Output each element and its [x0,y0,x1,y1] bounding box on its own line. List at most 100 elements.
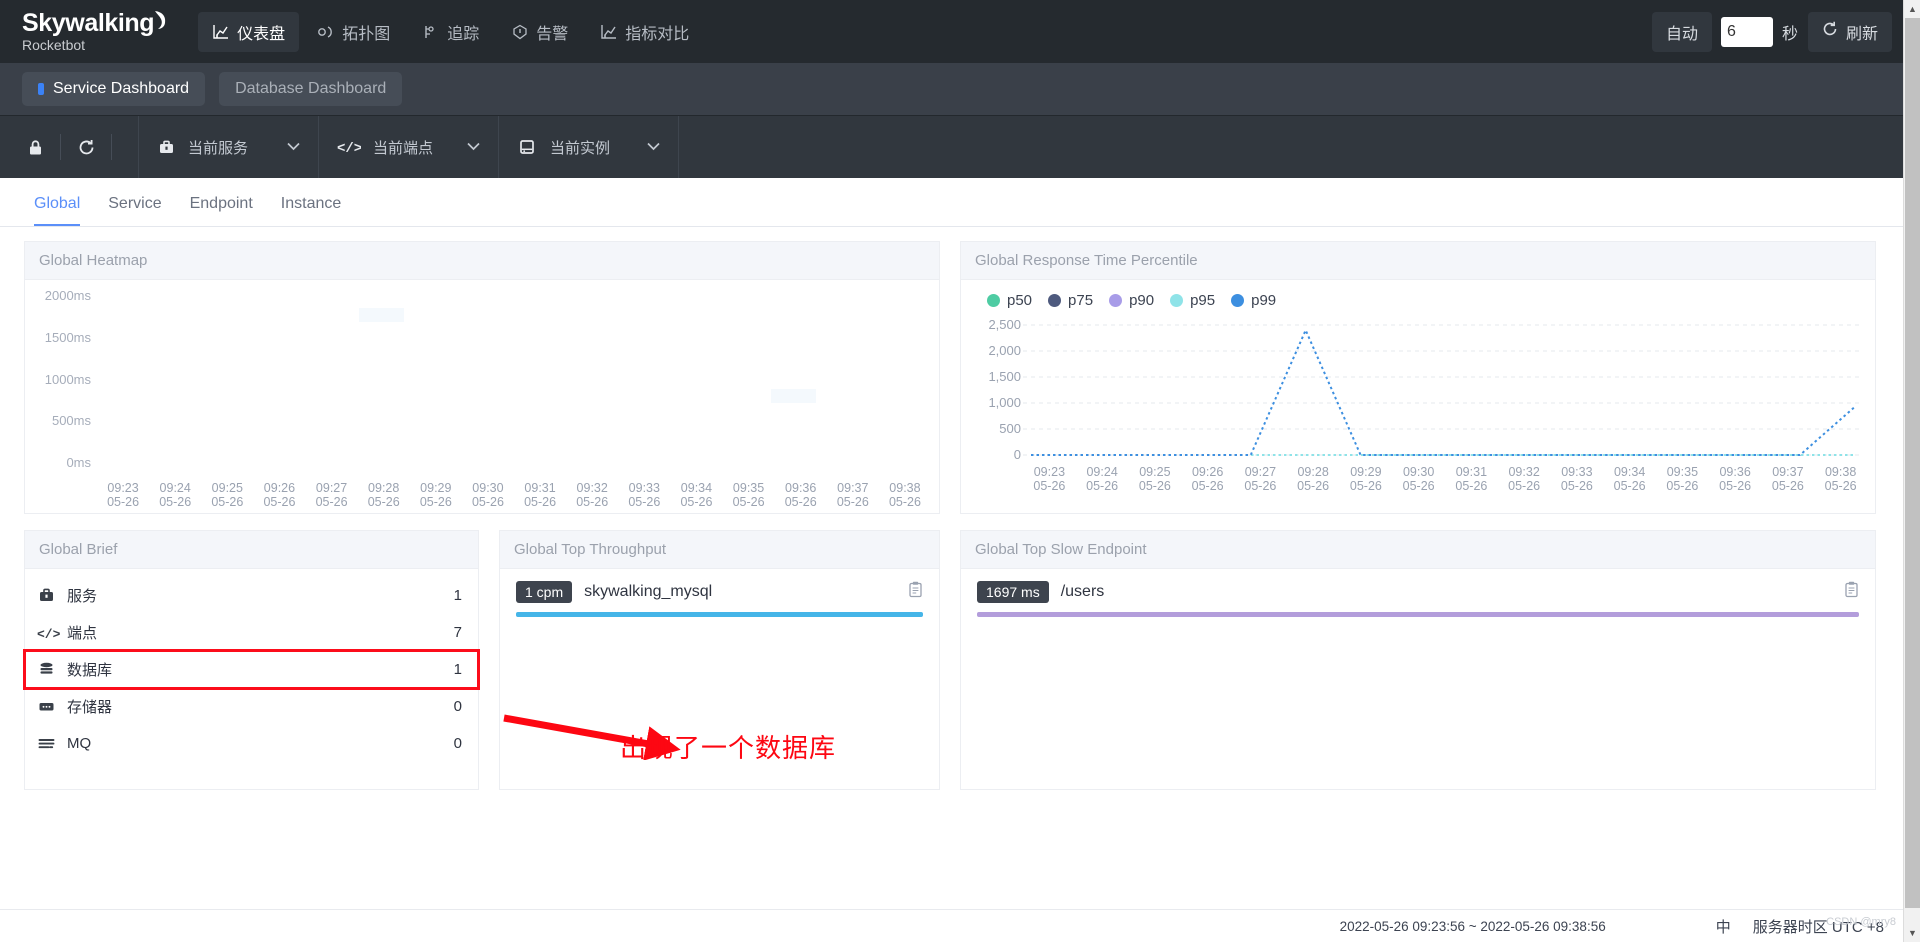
scrollbar-thumb[interactable] [1905,18,1920,908]
legend-item-p95[interactable]: p95 [1170,292,1215,309]
percentile-x-tick: 09:33 05-26 [1560,465,1593,493]
brand-title: Skywalking [22,10,166,36]
mq-icon [37,734,67,753]
slow-endpoint-bar [977,612,1859,617]
subtab-instance[interactable]: Instance [267,195,355,226]
throughput-row: 1 cpm skywalking_mysql [516,581,923,603]
refresh-interval-input[interactable] [1720,16,1773,47]
brief-row-服务[interactable]: 服务 1 [25,577,478,614]
tab-service-dashboard[interactable]: Service Dashboard [22,72,206,106]
clipboard-icon[interactable] [1844,581,1859,603]
scroll-down-icon[interactable]: ▼ [1904,924,1920,942]
swoosh-icon [155,11,166,29]
svg-text:</>: </> [37,627,61,641]
language-toggle[interactable]: 中 [1716,916,1731,937]
subtab-endpoint[interactable]: Endpoint [176,195,267,226]
tab-label-database-dashboard: Database Dashboard [235,80,387,97]
refresh-label: 刷新 [1845,25,1878,43]
percentile-x-tick: 09:24 05-26 [1086,465,1119,493]
nav-item-dashboard[interactable]: 仪表盘 [198,11,300,52]
trace-icon [422,23,439,40]
dashboard-tab-bar: Service Dashboard Database Dashboard [0,63,1920,115]
slow-endpoint-list: 1697 ms /users [961,569,1875,617]
clipboard-icon[interactable] [908,581,923,603]
panel-top-slow-endpoint: Global Top Slow Endpoint 1697 ms /users [960,530,1876,790]
heatmap-cell[interactable] [770,389,816,404]
brief-row-MQ[interactable]: MQ 0 [25,725,478,762]
reload-icon [1822,21,1838,42]
slow-endpoint-badge: 1697 ms [977,581,1049,603]
brief-row-端点[interactable]: </> 端点 7 [25,614,478,651]
divider [111,134,112,160]
legend-label: p95 [1190,292,1216,309]
heatmap-y-tick: 2000ms [44,288,91,303]
percentile-plot: 2,500 2,000 1,500 1,000 500 0 09:23 05-26 09:24… [961,315,1875,495]
legend-item-p75[interactable]: p75 [1048,292,1093,309]
nav-item-topology[interactable]: 拓扑图 [303,12,404,52]
select-current-service[interactable]: 当前服务 [139,116,319,178]
select-current-instance[interactable]: 当前实例 [499,116,679,178]
nav-label-topology: 拓扑图 [342,25,391,43]
percentile-x-tick: 09:32 05-26 [1508,465,1541,493]
lock-icon[interactable] [18,130,52,164]
percentile-y-tick: 1,000 [988,395,1021,410]
brief-row-存储器[interactable]: 存储器 0 [25,688,478,725]
heatmap-x-tick: 09:28 05-26 [367,481,400,509]
page-scrollbar[interactable]: ▲ ▼ [1903,0,1920,942]
series-line-p99 [1031,327,1856,456]
panel-title-slow-endpoint: Global Top Slow Endpoint [961,531,1875,569]
subtab-service[interactable]: Service [94,195,175,226]
percentile-x-tick: 09:23 05-26 [1033,465,1066,493]
throughput-name: skywalking_mysql [584,583,713,600]
time-range-label[interactable]: 2022-05-26 09:23:56 ~ 2022-05-26 09:38:5… [1340,919,1606,934]
select-current-endpoint[interactable]: </> 当前端点 [319,116,499,178]
heatmap-cell[interactable] [358,307,404,322]
nav-item-alarm[interactable]: 告警 [497,12,582,52]
brief-label: 数据库 [67,662,113,679]
scroll-up-icon[interactable]: ▲ [1904,0,1920,18]
percentile-y-tick: 1,500 [988,369,1021,384]
list-item[interactable]: 1 cpm skywalking_mysql [500,569,939,617]
panel-title-global-brief: Global Brief [25,531,478,569]
top-navigation-bar: Skywalking Rocketbot 仪表盘 拓扑图 追踪 告警 指标对比 … [0,0,1920,63]
heatmap-y-tick: 1000ms [44,371,91,387]
brief-value: 0 [453,698,462,715]
heatmap-x-tick: 09:34 05-26 [680,481,713,509]
legend-item-p90[interactable]: p90 [1109,292,1154,309]
reload-icon[interactable] [69,130,103,164]
percentile-y-tick: 0 [1013,447,1021,462]
seconds-label: 秒 [1781,25,1798,43]
refresh-controls: 自动 秒 刷新 [1651,0,1892,63]
brand-logo: Skywalking Rocketbot [22,10,166,53]
brief-row-数据库[interactable]: 数据库 1 [23,649,480,690]
tab-database-dashboard[interactable]: Database Dashboard [219,72,403,106]
percentile-x-tick: 09:36 05-26 [1719,465,1752,493]
dashboard-content: Global Heatmap 2000ms 1500ms 1000ms 500ms 0m… [0,227,1920,790]
panel-title-percentile: Global Response Time Percentile [961,242,1875,280]
legend-item-p99[interactable]: p99 [1231,292,1276,309]
summary-row: Global Brief 服务 1 </> 端点 7 数据库 1 存储器 0 MQ 0 Global… [23,530,1896,790]
divider [60,134,61,160]
auto-refresh-button[interactable]: 自动 [1651,11,1712,52]
legend-label: p50 [1007,292,1033,309]
nav-item-compare[interactable]: 指标对比 [586,12,703,52]
active-dot-icon [38,83,44,95]
brief-label: 服务 [67,588,98,605]
heatmap-y-tick: 500ms [51,413,91,429]
heatmap-x-tick: 09:38 05-26 [888,481,921,509]
list-item[interactable]: 1697 ms /users [961,569,1875,617]
percentile-y-tick: 2,500 [988,317,1021,332]
percentile-y-tick: 500 [999,421,1021,436]
percentile-y-tick: 2,000 [988,343,1021,358]
nav-item-trace[interactable]: 追踪 [408,12,493,52]
legend-label: p99 [1251,292,1277,309]
heatmap-x-tick: 09:26 05-26 [263,481,296,509]
chevron-down-icon [631,138,660,156]
refresh-button[interactable]: 刷新 [1807,11,1892,52]
endpoint-icon: </> [337,139,361,155]
nav-label-alarm: 告警 [536,25,569,43]
legend-item-p50[interactable]: p50 [987,292,1032,309]
subtab-global[interactable]: Global [20,195,94,226]
percentile-x-tick: 09:37 05-26 [1771,465,1804,493]
selector-bar: 当前服务 </> 当前端点 当前实例 [0,115,1920,178]
